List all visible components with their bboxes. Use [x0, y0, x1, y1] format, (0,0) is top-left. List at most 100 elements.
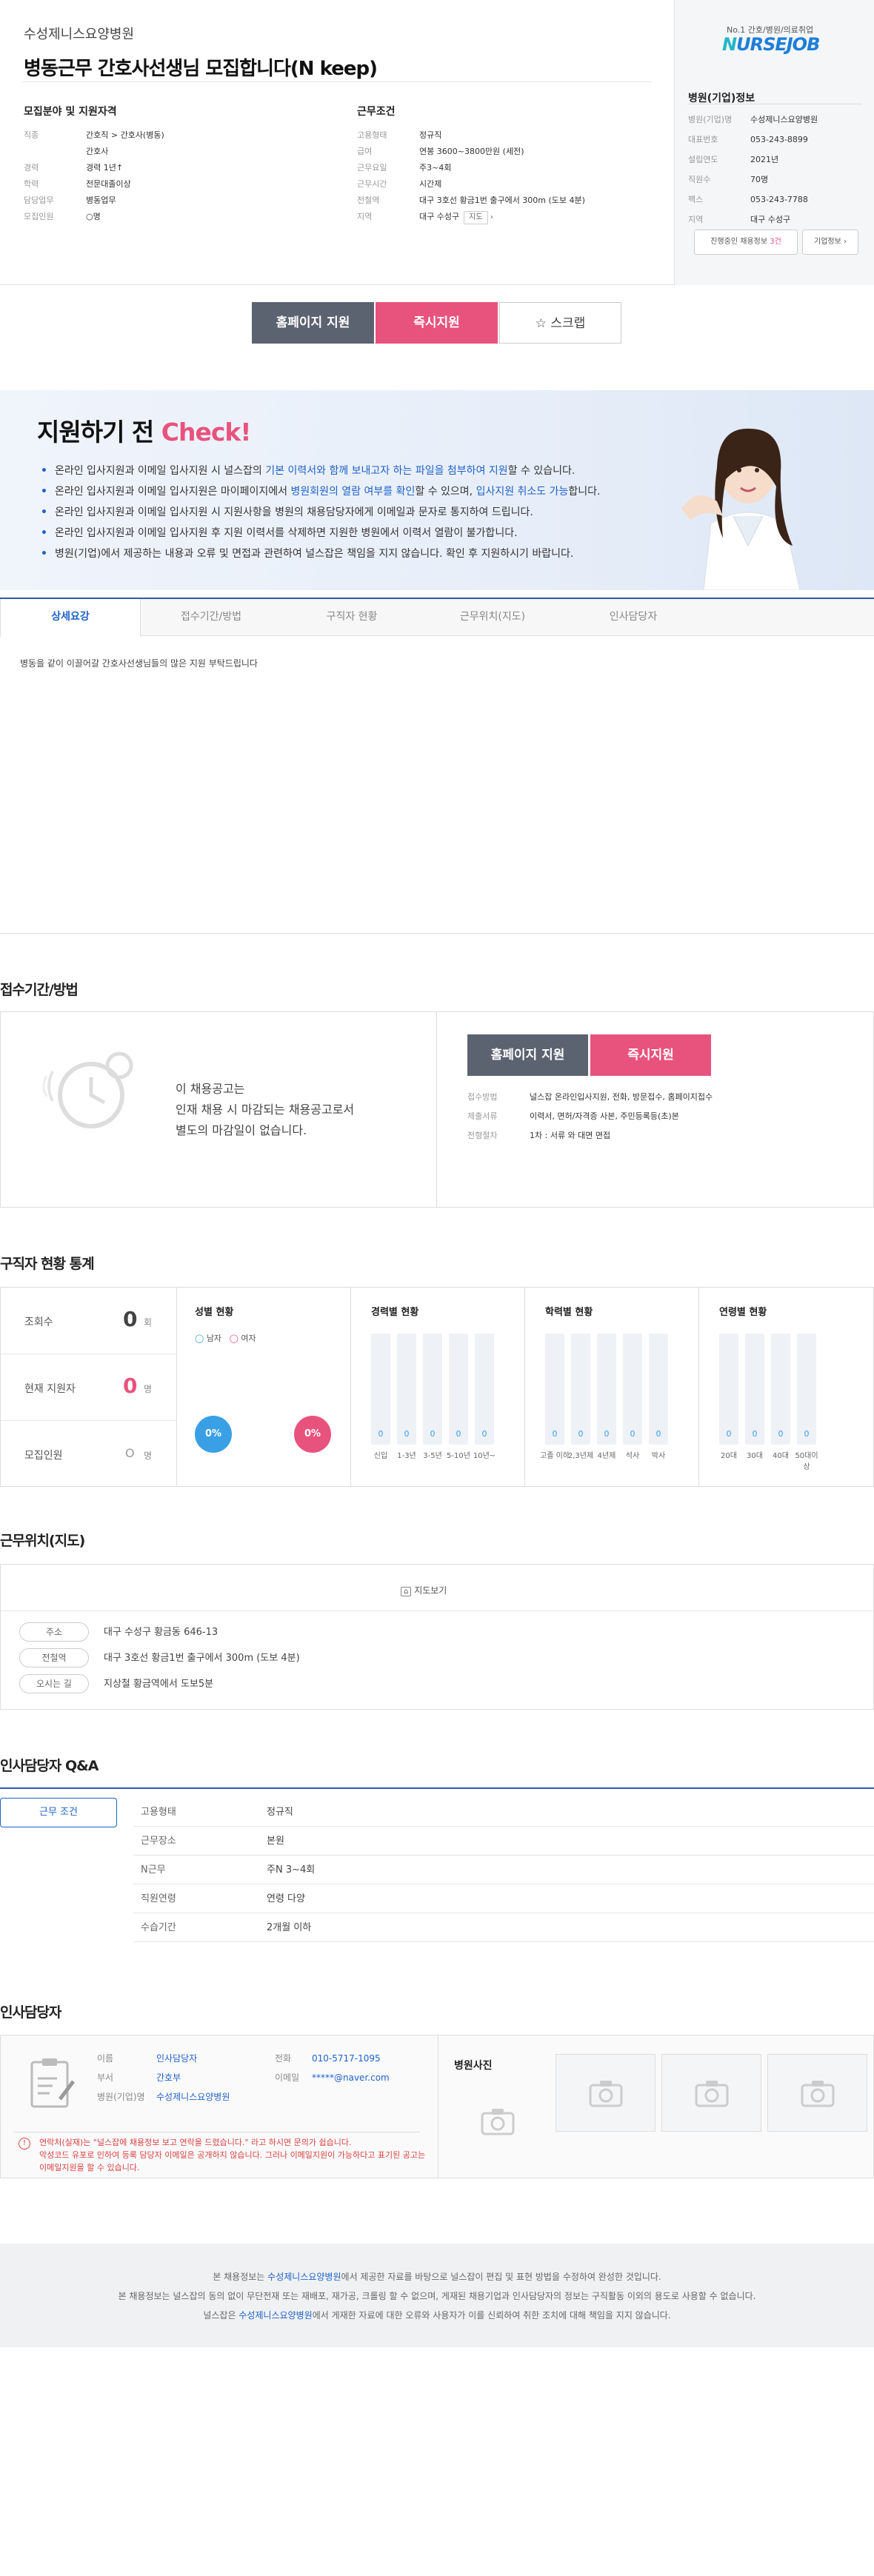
check-item: 온라인 입사지원과 이메일 입사지원은 마이페이지에서 병원회원의 열람 여부를… — [41, 481, 601, 502]
stat-bar-value: 0 — [752, 1429, 758, 1439]
directions-row: 오시는 길 지상철 황금역에서 도보5분 — [19, 1674, 213, 1693]
stat-bar: 0 — [449, 1334, 468, 1445]
detail-tabs: 상세요강 접수기간/방법 구직자 현황 근무위치(지도) 인사담당자 — [0, 598, 874, 637]
stat-bar: 0 — [545, 1334, 564, 1445]
female-percent: 0% — [294, 1416, 331, 1453]
reception-title: 접수기간/방법 — [0, 982, 79, 998]
check-title: 지원하기 전 Check! — [37, 418, 251, 446]
stat-bar: 0 — [371, 1334, 390, 1445]
scrap-button[interactable]: ☆ 스크랩 — [499, 302, 621, 344]
check-item: 병원(기업)에서 제공하는 내용과 오류 및 면접과 관련하여 널스잡은 책임을… — [41, 543, 601, 564]
stat-bar-label: 신입 — [373, 1452, 388, 1460]
qa-row: 고용형태 정규직 — [133, 1798, 874, 1827]
check-item: 온라인 입사지원과 이메일 입사지원 시 지원사항을 병원의 채용담당자에게 이… — [41, 502, 601, 523]
stat-bar-value: 0 — [604, 1429, 610, 1439]
subway-row: 전철역 대구 3호선 황금1번 출구에서 300m (도보 4분) — [19, 1648, 300, 1667]
qualifications-heading: 모집분야 및 지원자격 — [24, 106, 117, 118]
views-stat: 조회수 0 회 — [1, 1288, 176, 1354]
stat-bar-label: 4년제 — [597, 1452, 616, 1460]
stat-bar-value: 0 — [456, 1429, 461, 1439]
manager-info: 이름 인사담당자 부서 간호부 병원(기업)명 수성제니스요양병원 — [97, 2053, 230, 2102]
stat-bar-value: 0 — [430, 1429, 436, 1439]
camera-icon — [801, 2080, 834, 2107]
stat-bar-label: 50대이상 — [795, 1452, 818, 1471]
stat-bar-label: 3-5년 — [423, 1452, 442, 1460]
stat-bar-value: 0 — [378, 1429, 384, 1439]
stat-bar: 0 — [745, 1334, 764, 1445]
detail-content: 병동을 같이 이끌어갈 간호사선생님들의 많은 지원 부탁드립니다 — [0, 636, 874, 934]
clipboard-icon — [30, 2058, 75, 2108]
nurse-illustration — [681, 428, 801, 590]
tab-manager[interactable]: 인사담당자 — [563, 599, 704, 636]
stat-bar-label: 1-3년 — [397, 1452, 416, 1460]
qa-row: 직원연령 연령 다양 — [133, 1884, 874, 1913]
conditions-list: 고용형태 정규직 급여 연봉 3600~3800만원 (세전) 근무요일 주3~4회 … — [357, 127, 585, 226]
hospital-photo[interactable] — [447, 2082, 547, 2160]
stat-bar: 0 — [423, 1334, 442, 1445]
recruit-stat: 모집인원 O 명 — [24, 1446, 153, 1462]
manager-contact: 전화 010-5717-1095 이메일 *****@naver.com — [275, 2053, 390, 2083]
map-view-button[interactable]: ⌂ 지도보기 — [401, 1584, 447, 1596]
stat-bar: 0 — [649, 1334, 668, 1445]
stat-bar-label: 40대 — [773, 1452, 789, 1460]
stat-bar: 0 — [571, 1334, 590, 1445]
job-title: 병동근무 간호사선생님 모집합니다(N keep) — [24, 58, 378, 80]
stat-bar-value: 0 — [656, 1429, 661, 1439]
stat-bar-value: 0 — [481, 1429, 487, 1439]
stat-bar-label: 30대 — [747, 1452, 763, 1460]
map-button[interactable]: 지도 — [464, 211, 488, 224]
company-info-button[interactable]: 기업정보 › — [802, 230, 858, 255]
company-info-list: 병원(기업)명 수성제니스요양병원 대표번호 053-243-8899 설립연도 20… — [688, 115, 818, 224]
divider — [436, 1012, 437, 1207]
location-title: 근무위치(지도) — [0, 1533, 85, 1549]
conditions-heading: 근무조건 — [357, 106, 396, 118]
tab-detail[interactable]: 상세요강 — [0, 599, 141, 637]
footer-line: 본 채용정보는 널스잡의 동의 없이 무단전재 또는 재배포, 재가공, 크롤링… — [118, 2291, 756, 2301]
stat-bar-label: 박사 — [651, 1452, 666, 1460]
tab-location[interactable]: 근무위치(지도) — [422, 599, 563, 636]
stat-bar: 0 — [623, 1334, 642, 1445]
qa-title: 인사담당자 Q&A — [0, 1758, 99, 1774]
stat-bar-label: 2,3년제 — [567, 1452, 594, 1460]
stat-bar-value: 0 — [404, 1429, 410, 1439]
hospital-photo[interactable] — [556, 2054, 656, 2132]
stats-title: 구직자 현황 통계 — [0, 1256, 95, 1272]
hospital-photo[interactable] — [767, 2054, 867, 2132]
hospital-name[interactable]: 수성제니스요양병원 — [24, 24, 650, 43]
instant-apply-button[interactable]: 즉시지원 — [376, 302, 498, 344]
homepage-apply-button[interactable]: 홈페이지 지원 — [252, 302, 374, 344]
check-item: 온라인 입사지원과 이메일 입사지원 시 널스잡의 기본 이력서와 함께 보내고… — [41, 461, 601, 481]
stat-bar: 0 — [719, 1334, 738, 1445]
stat-bar: 0 — [475, 1334, 494, 1445]
stat-bar-label: 고졸 이하 — [540, 1452, 570, 1460]
homepage-apply-button[interactable]: 홈페이지 지원 — [467, 1034, 588, 1076]
qa-row: N근무 주N 3~4회 — [133, 1856, 874, 1884]
instant-apply-button[interactable]: 즉시지원 — [590, 1034, 711, 1076]
detail-text: 병동을 같이 이끌어갈 간호사선생님들의 많은 지원 부탁드립니다 — [20, 658, 258, 669]
nursejob-logo[interactable]: NURSEJOB — [722, 34, 820, 55]
divider — [22, 81, 652, 82]
stat-bar-value: 0 — [578, 1429, 584, 1439]
warning-icon: ! — [19, 2138, 30, 2150]
tab-applicants[interactable]: 구직자 현황 — [281, 599, 422, 636]
camera-icon — [695, 2080, 728, 2107]
qa-tab-conditions[interactable]: 근무 조건 — [0, 1798, 117, 1827]
footer-line: 본 채용정보는 수성제니스요양병원에서 제공한 자료를 바탕으로 널스잡이 편집… — [213, 2272, 661, 2282]
stat-bar-label: 석사 — [625, 1452, 640, 1460]
stat-bar-value: 0 — [726, 1429, 732, 1439]
stat-bar-label: 20대 — [721, 1452, 737, 1460]
star-icon: ☆ — [535, 316, 547, 331]
stat-group-title: 경력별 현황 — [371, 1307, 419, 1318]
hospital-photo[interactable] — [661, 2054, 761, 2132]
stats-box: 조회수 0 회 현재 지원자 0 명 모집인원 O 명 성별 현황 ◯ 남자 ◯… — [0, 1287, 874, 1487]
camera-icon — [589, 2080, 622, 2107]
reception-details: 접수방법 널스잡 온라인입사지원, 전화, 방문접수, 홈페이지접수 제출서류 이력… — [467, 1092, 713, 1140]
footer: 본 채용정보는 수성제니스요양병원에서 제공한 자료를 바탕으로 널스잡이 편집… — [0, 2244, 874, 2347]
ongoing-jobs-button[interactable]: 진행중인 채용정보 3건 — [694, 230, 798, 255]
address-row: 주소 대구 수성구 황금동 646-13 — [19, 1622, 218, 1642]
stat-bar: 0 — [771, 1334, 790, 1445]
company-heading: 병원(기업)정보 — [688, 93, 755, 104]
stat-bar: 0 — [597, 1334, 616, 1445]
map-icon: ⌂ — [401, 1587, 412, 1596]
tab-reception[interactable]: 접수기간/방법 — [141, 599, 281, 636]
